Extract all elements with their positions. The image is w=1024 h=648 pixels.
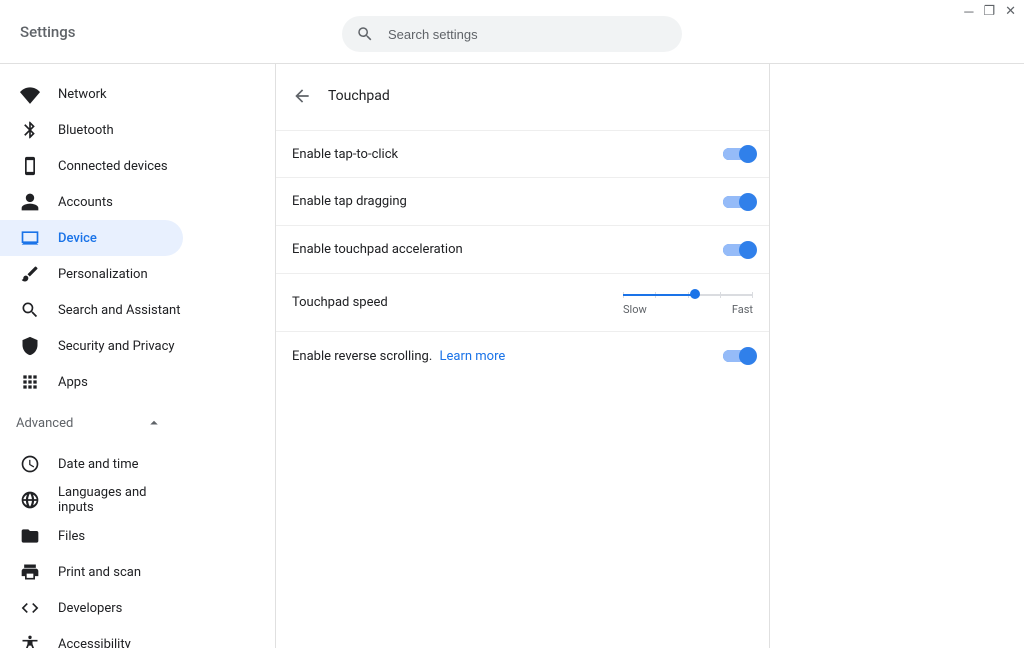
sidebar-item-personalization[interactable]: Personalization (0, 256, 183, 292)
toggle-reverse-scrolling[interactable] (723, 350, 753, 362)
learn-more-link[interactable]: Learn more (440, 349, 506, 364)
slider-knob[interactable] (690, 289, 700, 299)
sidebar-item-label: Personalization (58, 267, 148, 282)
laptop-icon (20, 228, 40, 248)
sidebar-item-languages[interactable]: Languages and inputs (0, 482, 183, 518)
sidebar-item-network[interactable]: Network (0, 76, 183, 112)
sidebar-item-print-scan[interactable]: Print and scan (0, 554, 183, 590)
accessibility-icon (20, 634, 40, 648)
sidebar-item-label: Files (58, 529, 85, 544)
sidebar-item-connected-devices[interactable]: Connected devices (0, 148, 183, 184)
sidebar-item-label: Connected devices (58, 159, 168, 174)
sidebar-item-label: Device (58, 231, 97, 246)
advanced-toggle[interactable]: Advanced (0, 404, 183, 442)
globe-icon (20, 490, 40, 510)
toggle-acceleration[interactable] (723, 244, 753, 256)
sidebar-item-label: Print and scan (58, 565, 141, 580)
search-icon (20, 300, 40, 320)
back-arrow-icon[interactable] (292, 86, 312, 106)
phone-icon (20, 156, 40, 176)
sidebar-item-search-assistant[interactable]: Search and Assistant (0, 292, 183, 328)
sidebar: Network Bluetooth Connected devices Acco… (0, 64, 276, 648)
toggle-tap-dragging[interactable] (723, 196, 753, 208)
sidebar-item-label: Accounts (58, 195, 113, 210)
slider-touchpad-speed[interactable]: Slow Fast (623, 285, 753, 320)
sidebar-item-label: Apps (58, 375, 88, 390)
sidebar-item-apps[interactable]: Apps (0, 364, 183, 400)
sidebar-item-device[interactable]: Device (0, 220, 183, 256)
sidebar-item-label: Security and Privacy (58, 339, 175, 354)
folder-icon (20, 526, 40, 546)
label-touchpad-speed: Touchpad speed (292, 295, 388, 310)
wifi-icon (20, 84, 40, 104)
label-tap-dragging: Enable tap dragging (292, 194, 407, 209)
code-icon (20, 598, 40, 618)
settings-panel: Touchpad Enable tap-to-click Enable tap … (276, 64, 770, 648)
sidebar-item-date-time[interactable]: Date and time (0, 446, 183, 482)
main-content: Touchpad Enable tap-to-click Enable tap … (276, 64, 1024, 648)
app-title: Settings (20, 23, 76, 41)
sidebar-item-label: Accessibility (58, 637, 131, 648)
sidebar-item-developers[interactable]: Developers (0, 590, 183, 626)
slider-min-label: Slow (623, 303, 647, 316)
row-tap-to-click: Enable tap-to-click (276, 130, 769, 178)
sidebar-item-label: Languages and inputs (58, 485, 183, 515)
search-icon (356, 25, 374, 43)
row-touchpad-speed: Touchpad speed Slow Fast (276, 274, 769, 332)
label-acceleration: Enable touchpad acceleration (292, 242, 463, 257)
sidebar-item-label: Network (58, 87, 107, 102)
sidebar-item-accessibility[interactable]: Accessibility (0, 626, 183, 648)
search-input[interactable] (386, 26, 668, 43)
chevron-up-icon (145, 414, 163, 432)
sidebar-item-label: Search and Assistant (58, 303, 181, 318)
person-icon (20, 192, 40, 212)
sidebar-item-label: Developers (58, 601, 122, 616)
row-acceleration: Enable touchpad acceleration (276, 226, 769, 274)
apps-icon (20, 372, 40, 392)
toggle-tap-to-click[interactable] (723, 148, 753, 160)
search-field[interactable] (342, 16, 682, 52)
sidebar-item-accounts[interactable]: Accounts (0, 184, 183, 220)
advanced-label: Advanced (16, 416, 73, 431)
sidebar-item-label: Date and time (58, 457, 139, 472)
sidebar-item-security-privacy[interactable]: Security and Privacy (0, 328, 183, 364)
app-header: Settings (0, 0, 1024, 64)
printer-icon (20, 562, 40, 582)
clock-icon (20, 454, 40, 474)
label-reverse-scrolling: Enable reverse scrolling. Learn more (292, 349, 505, 364)
shield-icon (20, 336, 40, 356)
sidebar-item-label: Bluetooth (58, 123, 114, 138)
sidebar-item-bluetooth[interactable]: Bluetooth (0, 112, 183, 148)
page-header: Touchpad (276, 76, 769, 116)
brush-icon (20, 264, 40, 284)
sidebar-item-files[interactable]: Files (0, 518, 183, 554)
page-title: Touchpad (328, 88, 390, 104)
slider-max-label: Fast (732, 303, 753, 316)
row-tap-dragging: Enable tap dragging (276, 178, 769, 226)
label-tap-to-click: Enable tap-to-click (292, 147, 398, 162)
row-reverse-scrolling: Enable reverse scrolling. Learn more (276, 332, 769, 380)
bluetooth-icon (20, 120, 40, 140)
